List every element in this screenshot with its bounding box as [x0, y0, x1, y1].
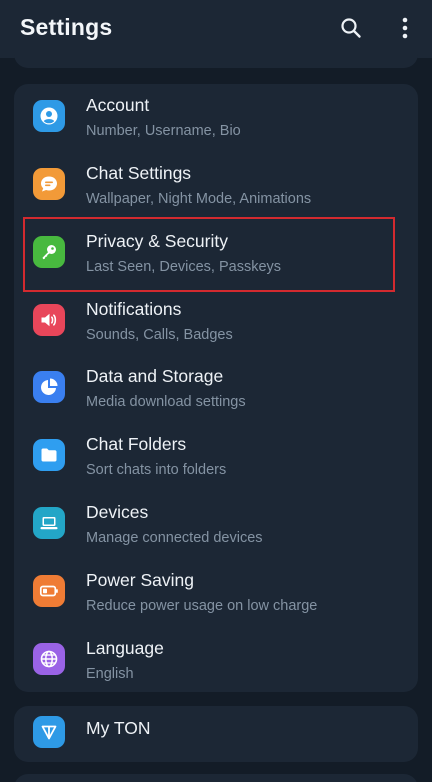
more-options-button[interactable]: [387, 10, 423, 46]
speaker-icon: [33, 304, 65, 336]
page-title: Settings: [20, 14, 113, 40]
menu-item-chat-folders[interactable]: Chat Folders Sort chats into folders: [14, 423, 418, 490]
search-icon: [341, 18, 361, 38]
menu-item-title: Privacy & Security: [86, 231, 228, 251]
menu-item-title: My TON: [86, 718, 151, 738]
menu-item-devices[interactable]: Devices Manage connected devices: [14, 491, 418, 558]
menu-item-subtitle: Reduce power usage on low charge: [86, 598, 318, 614]
menu-item-notifications[interactable]: Notifications Sounds, Calls, Badges: [14, 288, 418, 355]
menu-item-data-and-storage[interactable]: Data and Storage Media download settings: [14, 355, 418, 422]
more-vertical-icon: [402, 17, 408, 39]
menu-item-privacy-security[interactable]: Privacy & Security Last Seen, Devices, P…: [14, 220, 418, 287]
menu-item-my-ton[interactable]: My TON: [14, 700, 418, 767]
menu-item-account[interactable]: Account Number, Username, Bio: [14, 84, 418, 151]
menu-item-language[interactable]: Language English: [14, 627, 418, 694]
menu-item-chat-settings[interactable]: Chat Settings Wallpaper, Night Mode, Ani…: [14, 152, 418, 219]
pie-chart-icon: [33, 371, 65, 403]
menu-item-subtitle: Last Seen, Devices, Passkeys: [86, 259, 282, 275]
menu-item-power-saving[interactable]: Power Saving Reduce power usage on low c…: [14, 559, 418, 626]
menu-item-title: Chat Settings: [86, 163, 192, 183]
menu-item-title: Account: [86, 95, 150, 115]
menu-item-subtitle: Sounds, Calls, Badges: [86, 327, 233, 343]
menu-item-subtitle: English: [86, 666, 134, 682]
menu-item-subtitle: Wallpaper, Night Mode, Animations: [86, 191, 312, 207]
previous-section-card: [14, 50, 418, 68]
folder-icon: [33, 439, 65, 471]
menu-item-subtitle: Sort chats into folders: [86, 462, 227, 478]
menu-item-subtitle: Media download settings: [86, 394, 246, 410]
menu-item-subtitle: Manage connected devices: [86, 530, 263, 546]
menu-item-title: Data and Storage: [86, 366, 224, 386]
menu-item-title: Chat Folders: [86, 434, 187, 454]
settings-screen: Settings Account Number, Username, Bio C…: [0, 0, 432, 782]
ton-icon: [33, 716, 65, 748]
menu-item-title: Devices: [86, 502, 149, 522]
battery-icon: [33, 575, 65, 607]
settings-menu-card: Account Number, Username, Bio Chat Setti…: [14, 84, 418, 692]
person-icon: [33, 100, 65, 132]
next-section-card: [14, 774, 418, 782]
chat-bubble-icon: [33, 168, 65, 200]
menu-item-title: Language: [86, 638, 164, 658]
laptop-icon: [33, 507, 65, 539]
menu-item-title: Notifications: [86, 299, 182, 319]
menu-item-title: Power Saving: [86, 570, 194, 590]
menu-item-subtitle: Number, Username, Bio: [86, 123, 241, 139]
wallet-card: My TON: [14, 706, 418, 762]
key-icon: [33, 236, 65, 268]
globe-icon: [33, 643, 65, 675]
search-button[interactable]: [333, 10, 369, 46]
